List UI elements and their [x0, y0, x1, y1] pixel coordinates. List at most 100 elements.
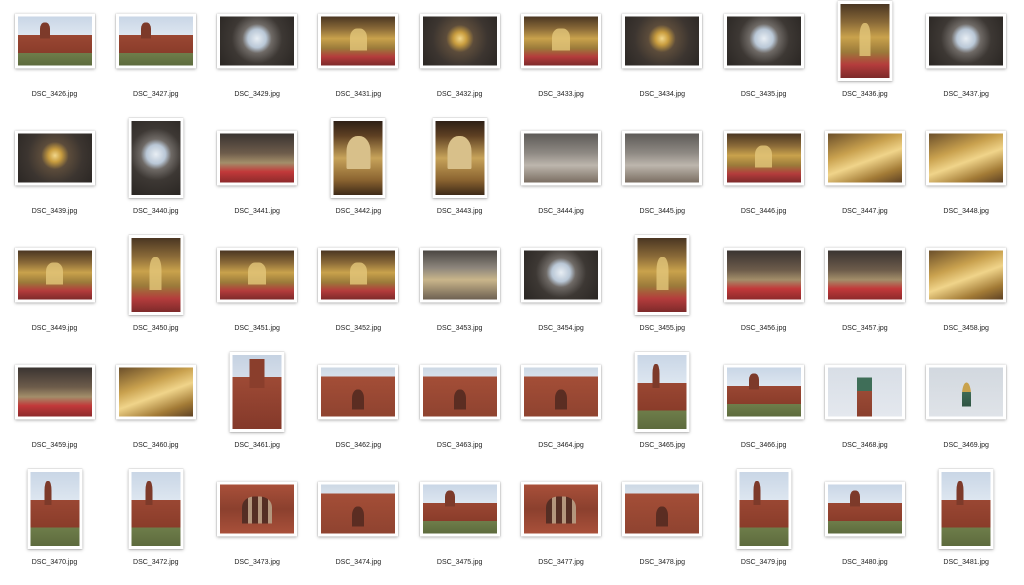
image-thumbnail[interactable]	[14, 130, 95, 186]
file-item[interactable]: DSC_3473.jpg	[207, 468, 308, 585]
image-thumbnail[interactable]	[521, 247, 601, 303]
image-thumbnail[interactable]	[938, 469, 994, 549]
file-item[interactable]: DSC_3458.jpg	[916, 234, 1017, 351]
file-item[interactable]: DSC_3446.jpg	[713, 117, 814, 234]
file-name-label[interactable]: DSC_3461.jpg	[207, 442, 308, 449]
image-thumbnail[interactable]	[723, 247, 804, 303]
file-name-label[interactable]: DSC_3434.jpg	[612, 91, 713, 98]
file-name-label[interactable]: DSC_3474.jpg	[308, 559, 409, 566]
file-item[interactable]: DSC_3443.jpg	[409, 117, 510, 234]
file-item[interactable]: DSC_3464.jpg	[511, 351, 612, 468]
file-item[interactable]: DSC_3479.jpg	[713, 468, 814, 585]
file-name-label[interactable]: DSC_3462.jpg	[308, 442, 409, 449]
file-name-label[interactable]: DSC_3448.jpg	[916, 208, 1017, 215]
file-name-label[interactable]: DSC_3437.jpg	[916, 91, 1017, 98]
file-item[interactable]: DSC_3432.jpg	[409, 0, 510, 117]
file-item[interactable]: DSC_3475.jpg	[409, 468, 510, 585]
file-item[interactable]: DSC_3472.jpg	[105, 468, 206, 585]
image-thumbnail[interactable]	[926, 130, 1007, 186]
file-name-label[interactable]: DSC_3432.jpg	[409, 91, 510, 98]
file-item[interactable]: DSC_3431.jpg	[308, 0, 409, 117]
image-thumbnail[interactable]	[723, 13, 804, 69]
image-thumbnail[interactable]	[824, 481, 905, 537]
image-thumbnail[interactable]	[217, 481, 298, 537]
file-item[interactable]: DSC_3433.jpg	[511, 0, 612, 117]
image-thumbnail[interactable]	[14, 364, 95, 420]
image-thumbnail[interactable]	[926, 13, 1007, 69]
image-thumbnail[interactable]	[128, 118, 184, 198]
file-name-label[interactable]: DSC_3455.jpg	[612, 325, 713, 332]
file-name-label[interactable]: DSC_3435.jpg	[713, 91, 814, 98]
file-item[interactable]: DSC_3449.jpg	[4, 234, 105, 351]
file-name-label[interactable]: DSC_3433.jpg	[511, 91, 612, 98]
file-name-label[interactable]: DSC_3457.jpg	[814, 325, 915, 332]
file-item[interactable]: DSC_3442.jpg	[308, 117, 409, 234]
file-item[interactable]: DSC_3447.jpg	[814, 117, 915, 234]
image-thumbnail[interactable]	[622, 481, 703, 537]
image-thumbnail[interactable]	[318, 481, 399, 537]
file-item[interactable]: DSC_3480.jpg	[814, 468, 915, 585]
image-thumbnail[interactable]	[217, 130, 298, 186]
image-thumbnail[interactable]	[318, 364, 399, 420]
file-name-label[interactable]: DSC_3464.jpg	[511, 442, 612, 449]
image-thumbnail[interactable]	[419, 364, 500, 420]
file-name-label[interactable]: DSC_3456.jpg	[713, 325, 814, 332]
file-item[interactable]: DSC_3441.jpg	[207, 117, 308, 234]
file-name-label[interactable]: DSC_3441.jpg	[207, 208, 308, 215]
file-item[interactable]: DSC_3468.jpg	[814, 351, 915, 468]
image-thumbnail[interactable]	[824, 247, 905, 303]
image-thumbnail[interactable]	[723, 364, 804, 420]
file-item[interactable]: DSC_3436.jpg	[814, 0, 915, 117]
image-thumbnail[interactable]	[14, 13, 95, 69]
file-item[interactable]: DSC_3444.jpg	[511, 117, 612, 234]
file-name-label[interactable]: DSC_3480.jpg	[814, 559, 915, 566]
file-item[interactable]: DSC_3481.jpg	[916, 468, 1017, 585]
file-item[interactable]: DSC_3439.jpg	[4, 117, 105, 234]
image-thumbnail[interactable]	[14, 247, 95, 303]
file-name-label[interactable]: DSC_3443.jpg	[409, 208, 510, 215]
file-name-label[interactable]: DSC_3444.jpg	[511, 208, 612, 215]
image-thumbnail[interactable]	[521, 130, 601, 186]
image-thumbnail[interactable]	[432, 118, 488, 198]
file-item[interactable]: DSC_3463.jpg	[409, 351, 510, 468]
file-name-label[interactable]: DSC_3453.jpg	[409, 325, 510, 332]
file-item[interactable]: DSC_3452.jpg	[308, 234, 409, 351]
file-name-label[interactable]: DSC_3458.jpg	[916, 325, 1017, 332]
file-name-label[interactable]: DSC_3440.jpg	[105, 208, 206, 215]
file-name-label[interactable]: DSC_3470.jpg	[4, 559, 105, 566]
file-name-label[interactable]: DSC_3431.jpg	[308, 91, 409, 98]
image-thumbnail[interactable]	[27, 469, 82, 549]
file-name-label[interactable]: DSC_3469.jpg	[916, 442, 1017, 449]
image-thumbnail[interactable]	[723, 130, 804, 186]
file-name-label[interactable]: DSC_3473.jpg	[207, 559, 308, 566]
image-thumbnail[interactable]	[318, 247, 399, 303]
file-name-label[interactable]: DSC_3447.jpg	[814, 208, 915, 215]
image-thumbnail[interactable]	[128, 235, 184, 315]
image-thumbnail[interactable]	[330, 118, 386, 198]
image-thumbnail[interactable]	[115, 364, 196, 420]
file-name-label[interactable]: DSC_3478.jpg	[612, 559, 713, 566]
image-thumbnail[interactable]	[521, 13, 601, 69]
file-item[interactable]: DSC_3474.jpg	[308, 468, 409, 585]
image-thumbnail[interactable]	[217, 13, 298, 69]
image-thumbnail[interactable]	[217, 247, 298, 303]
file-item[interactable]: DSC_3451.jpg	[207, 234, 308, 351]
image-thumbnail[interactable]	[634, 352, 690, 432]
file-item[interactable]: DSC_3435.jpg	[713, 0, 814, 117]
image-thumbnail[interactable]	[926, 364, 1007, 420]
image-thumbnail[interactable]	[229, 352, 285, 432]
file-name-label[interactable]: DSC_3442.jpg	[308, 208, 409, 215]
file-name-label[interactable]: DSC_3465.jpg	[612, 442, 713, 449]
file-item[interactable]: DSC_3465.jpg	[612, 351, 713, 468]
file-name-label[interactable]: DSC_3429.jpg	[207, 91, 308, 98]
file-name-label[interactable]: DSC_3427.jpg	[105, 91, 206, 98]
image-thumbnail[interactable]	[419, 481, 500, 537]
file-item[interactable]: DSC_3445.jpg	[612, 117, 713, 234]
file-name-label[interactable]: DSC_3472.jpg	[105, 559, 206, 566]
file-name-label[interactable]: DSC_3446.jpg	[713, 208, 814, 215]
file-name-label[interactable]: DSC_3449.jpg	[4, 325, 105, 332]
file-name-label[interactable]: DSC_3439.jpg	[4, 208, 105, 215]
file-item[interactable]: DSC_3461.jpg	[207, 351, 308, 468]
file-name-label[interactable]: DSC_3459.jpg	[4, 442, 105, 449]
image-thumbnail[interactable]	[521, 364, 601, 420]
